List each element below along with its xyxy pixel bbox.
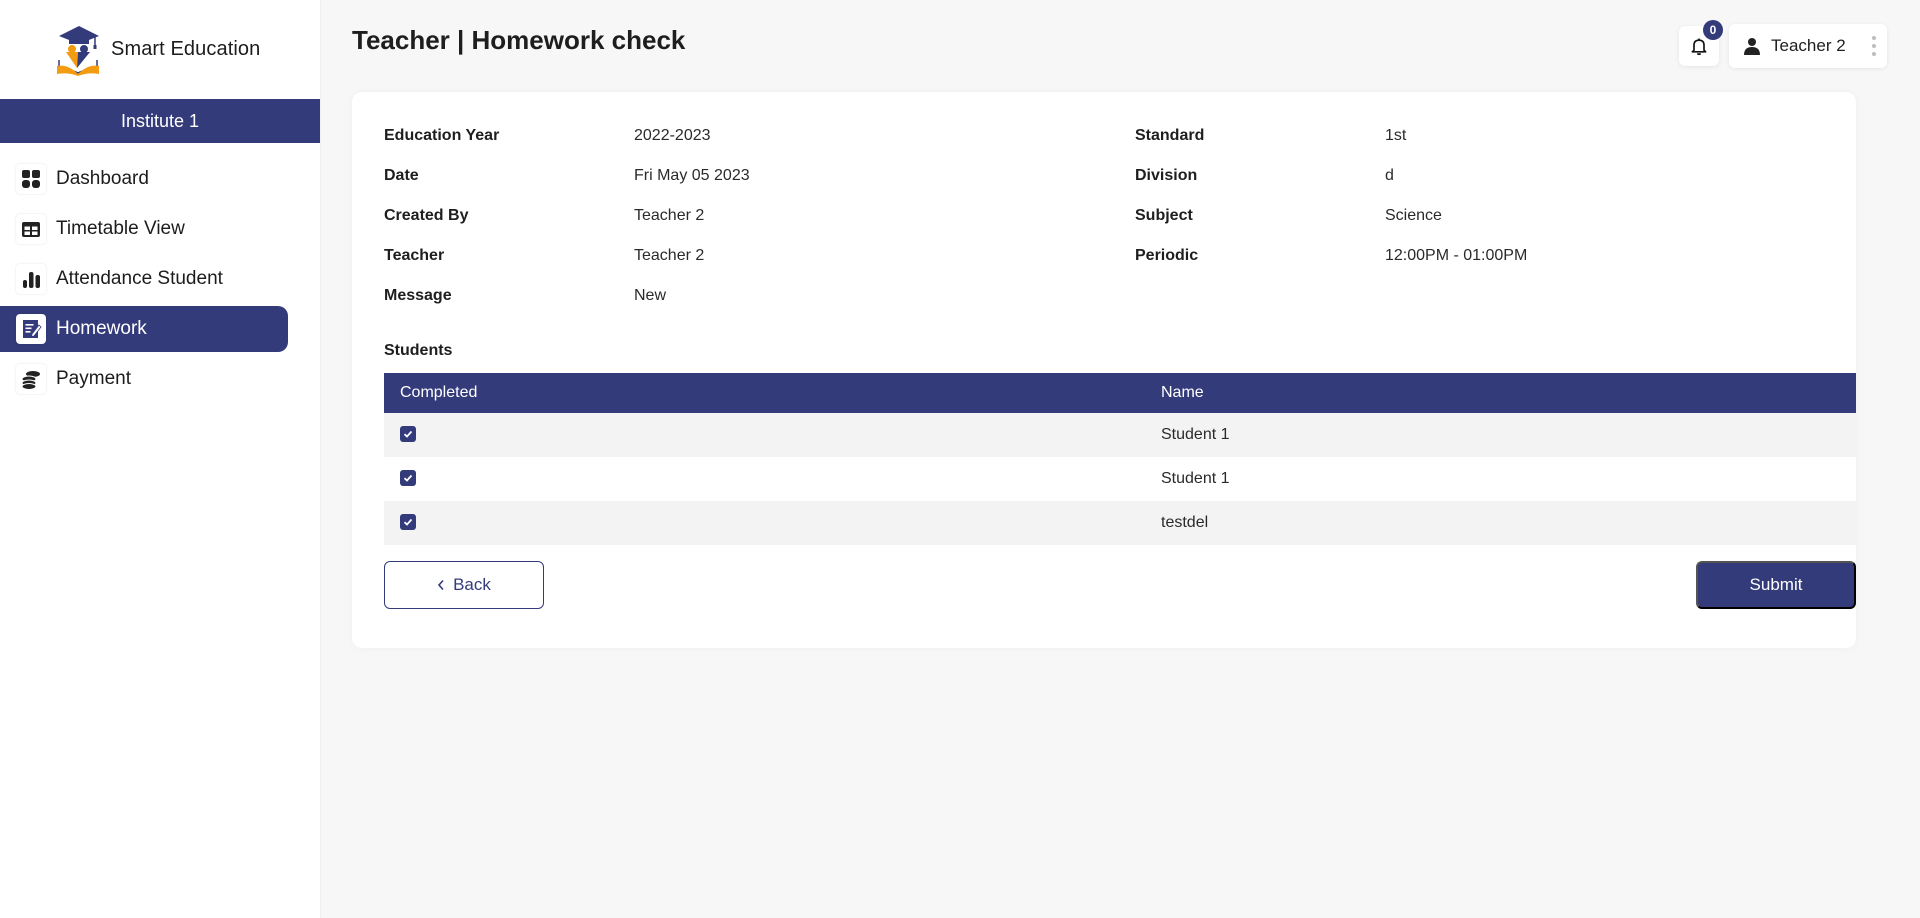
sidebar-item-label: Attendance Student	[56, 268, 223, 289]
info-value: Teacher 2	[634, 247, 705, 264]
info-label: Periodic	[1135, 247, 1199, 264]
checkmark-icon	[403, 430, 413, 438]
info-subject: Subject Science	[1135, 196, 1442, 236]
sidebar: Smart Education Institute 1 Dashboard Ti…	[0, 0, 320, 918]
info-value: Teacher 2	[634, 207, 705, 224]
page-title: Teacher | Homework check	[352, 25, 686, 55]
sidebar-nav: Dashboard Timetable View Attendance Stud…	[0, 156, 320, 406]
info-periodic: Periodic 12:00PM - 01:00PM	[1135, 236, 1527, 276]
info-label: Created By	[384, 207, 469, 224]
table-row: Student 1	[384, 457, 1856, 501]
brand-name: Smart Education	[111, 37, 261, 60]
bar-chart-icon	[16, 264, 46, 294]
info-created-by: Created By Teacher 2	[384, 196, 704, 236]
checkmark-icon	[403, 518, 413, 526]
info-value: Fri May 05 2023	[634, 167, 750, 184]
info-education-year: Education Year 2022-2023	[384, 116, 711, 156]
user-menu-button[interactable]: Teacher 2	[1729, 24, 1887, 68]
info-label: Subject	[1135, 207, 1193, 224]
info-value: 1st	[1385, 127, 1407, 144]
student-name: testdel	[1161, 514, 1209, 531]
column-header-completed: Completed	[400, 384, 478, 401]
info-standard: Standard 1st	[1135, 116, 1406, 156]
notification-count-badge: 0	[1703, 20, 1723, 40]
sidebar-item-label: Dashboard	[56, 168, 149, 189]
user-name: Teacher 2	[1771, 36, 1846, 55]
homework-details-card: Education Year 2022-2023 Date Fri May 05…	[352, 92, 1856, 648]
graduation-logo-icon	[57, 26, 99, 76]
info-value: 12:00PM - 01:00PM	[1385, 247, 1528, 264]
info-value: d	[1385, 167, 1394, 184]
info-message: Message New	[384, 276, 666, 316]
sidebar-item-label: Homework	[56, 318, 147, 339]
back-button[interactable]: Back	[384, 561, 544, 609]
table-header: Completed Name	[384, 373, 1856, 413]
table-row: testdel	[384, 501, 1856, 545]
submit-button-label: Submit	[1749, 575, 1803, 594]
sidebar-item-homework[interactable]: Homework	[0, 306, 288, 352]
institute-name: Institute 1	[120, 110, 200, 131]
info-label: Education Year	[384, 127, 500, 144]
students-section-title: Students	[384, 342, 453, 359]
checkmark-icon	[403, 474, 413, 482]
info-value: New	[634, 287, 667, 304]
info-label: Standard	[1135, 127, 1205, 144]
info-value: 2022-2023	[634, 127, 711, 144]
brand[interactable]: Smart Education	[55, 22, 260, 76]
sidebar-item-label: Payment	[56, 368, 131, 389]
completed-checkbox[interactable]	[400, 514, 416, 530]
back-button-label: Back	[453, 575, 491, 594]
chevron-left-icon	[438, 579, 444, 591]
completed-cell	[384, 426, 1161, 444]
sidebar-divider	[320, 0, 321, 918]
bell-icon	[1691, 38, 1707, 56]
info-label: Message	[384, 287, 452, 304]
table-row: Student 1	[384, 413, 1856, 457]
info-division: Division d	[1135, 156, 1394, 196]
dashboard-grid-icon	[16, 164, 46, 194]
submit-button[interactable]: Submit	[1696, 561, 1856, 609]
kebab-menu-icon[interactable]	[1871, 36, 1877, 56]
sidebar-item-dashboard[interactable]: Dashboard	[0, 156, 288, 202]
coins-icon	[16, 364, 46, 394]
column-header-name: Name	[1161, 384, 1204, 401]
completed-checkbox[interactable]	[400, 470, 416, 486]
sidebar-item-timetable-view[interactable]: Timetable View	[0, 206, 288, 252]
completed-cell	[384, 514, 1161, 532]
institute-banner: Institute 1	[0, 99, 320, 143]
info-date: Date Fri May 05 2023	[384, 156, 750, 196]
sidebar-item-payment[interactable]: Payment	[0, 356, 288, 402]
table-icon	[16, 214, 46, 244]
info-value: Science	[1385, 207, 1442, 224]
homework-edit-icon	[16, 314, 46, 344]
sidebar-item-label: Timetable View	[56, 218, 185, 239]
user-icon	[1744, 38, 1760, 55]
completed-checkbox[interactable]	[400, 426, 416, 442]
students-table: Completed Name Student 1 Student 1 testd…	[384, 373, 1856, 545]
student-name: Student 1	[1161, 426, 1230, 443]
completed-cell	[384, 470, 1161, 488]
info-label: Teacher	[384, 247, 445, 264]
student-name: Student 1	[1161, 470, 1230, 487]
info-teacher: Teacher Teacher 2	[384, 236, 704, 276]
info-label: Date	[384, 167, 419, 184]
info-label: Division	[1135, 167, 1198, 184]
sidebar-item-attendance-student[interactable]: Attendance Student	[0, 256, 288, 302]
